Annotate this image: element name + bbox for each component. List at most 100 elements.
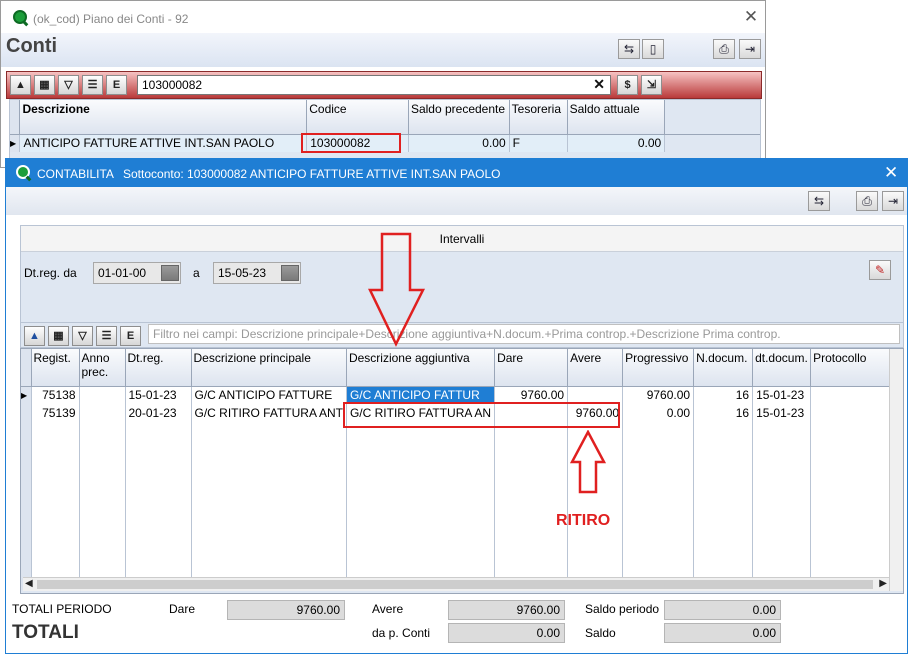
col-anno-prec[interactable]: Anno prec.	[79, 349, 126, 387]
cell-ndocum[interactable]: 16	[693, 386, 754, 404]
row-indicator-header	[10, 100, 21, 135]
saldo-field: 0.00	[664, 623, 781, 643]
cell-progressivo[interactable]: 9760.00	[622, 386, 695, 404]
search-options-icon[interactable]: $	[617, 75, 638, 95]
conti-grid-header: Descrizione Codice Saldo precedente Teso…	[10, 100, 760, 135]
cell-descr-principale[interactable]: G/C ANTICIPO FATTURE	[191, 386, 347, 404]
new-document-icon[interactable]: ▯	[642, 39, 664, 59]
list-icon[interactable]: ☰	[82, 75, 103, 95]
col-saldo-attuale[interactable]: Saldo attuale	[567, 100, 666, 135]
cell-saldo-attuale[interactable]: 0.00	[567, 134, 666, 152]
conti-search-input[interactable]: 103000082 ✕	[137, 75, 611, 95]
scroll-left-icon[interactable]: ◀	[25, 578, 33, 589]
conti-header: Conti ⇆ ▯ ⎙ ⇥	[1, 33, 765, 67]
arrow-up-icon[interactable]: ▲	[10, 75, 31, 95]
cell-dtdocum[interactable]: 15-01-23	[752, 386, 812, 404]
print-icon[interactable]: ⎙	[713, 39, 735, 59]
cell-protocollo[interactable]: 0	[810, 404, 902, 422]
col-tesoreria[interactable]: Tesoreria	[509, 100, 568, 135]
cell-anno-prec[interactable]	[79, 404, 126, 422]
col-dtdocum[interactable]: dt.docum.	[752, 349, 812, 387]
clear-x-icon[interactable]: ✕	[593, 76, 605, 93]
close-icon[interactable]: ✕	[741, 7, 761, 27]
cell-saldo-precedente[interactable]: 0.00	[408, 134, 510, 152]
dialog-app-title: CONTABILITA	[37, 167, 114, 181]
col-descrizione-aggiuntiva[interactable]: Descrizione aggiuntiva	[346, 349, 496, 387]
list-icon[interactable]: ☰	[96, 326, 117, 346]
scroll-thumb[interactable]	[37, 580, 873, 589]
da-conti-field: 0.00	[448, 623, 565, 643]
cell-dtdocum[interactable]: 15-01-23	[752, 404, 812, 422]
movimenti-filter-input[interactable]: Filtro nei campi: Descrizione principale…	[148, 324, 900, 344]
row-pointer-icon: ▶	[10, 134, 21, 152]
da-conti-label: da p. Conti	[372, 626, 431, 640]
empty-cell	[664, 134, 760, 152]
cell-anno-prec[interactable]	[79, 386, 126, 404]
export-e-icon[interactable]: E	[120, 326, 141, 346]
window-title: (ok_cod) Piano dei Conti - 92	[33, 12, 189, 26]
col-codice[interactable]: Codice	[306, 100, 409, 135]
movimenti-grid-header: Regist. Anno prec. Dt.reg. Descrizione p…	[21, 349, 902, 387]
cell-ndocum[interactable]: 16	[693, 404, 754, 422]
cell-dtreg[interactable]: 15-01-23	[125, 386, 192, 404]
col-progressivo[interactable]: Progressivo	[622, 349, 695, 387]
cell-regist[interactable]: 75138	[31, 386, 80, 404]
col-descrizione[interactable]: Descrizione	[19, 100, 308, 135]
refresh-icon[interactable]: ⇆	[808, 191, 830, 211]
intervalli-heading: Intervalli	[21, 226, 903, 252]
col-dtreg[interactable]: Dt.reg.	[125, 349, 192, 387]
row-indicator	[21, 404, 32, 422]
row-pointer-icon: ▶	[21, 386, 32, 404]
funnel-icon[interactable]: ▽	[58, 75, 79, 95]
filter-grid-icon[interactable]: ▦	[48, 326, 69, 346]
dialog-toolbar: ⇆ ⎙ ⇥	[6, 187, 907, 215]
cell-tesoreria[interactable]: F	[509, 134, 568, 152]
intervalli-panel: Intervalli Dt.reg. da 01-01-00 a 15-05-2…	[20, 225, 904, 325]
date-to-label: a	[193, 266, 200, 280]
annotation-avere-box	[343, 402, 620, 428]
exit-icon[interactable]: ⇥	[882, 191, 904, 211]
col-dare[interactable]: Dare	[494, 349, 569, 387]
cell-protocollo[interactable]: 0	[810, 386, 902, 404]
page-title: Conti	[6, 35, 58, 57]
row-indicator-header	[21, 349, 32, 387]
col-regist[interactable]: Regist.	[31, 349, 80, 387]
search-value: 103000082	[142, 78, 203, 92]
dialog-detail-title: Sottoconto: 103000082 ANTICIPO FATTURE A…	[123, 167, 501, 181]
annotation-ritiro-label: RITIRO	[556, 512, 611, 529]
date-from-value: 01-01-00	[98, 266, 147, 280]
date-from-label: Dt.reg. da	[24, 266, 77, 280]
col-avere[interactable]: Avere	[567, 349, 624, 387]
exit-icon[interactable]: ⇥	[739, 39, 761, 59]
col-ndocum[interactable]: N.docum.	[693, 349, 754, 387]
app-logo-icon	[16, 165, 30, 179]
eraser-icon[interactable]: ✎	[869, 260, 891, 280]
col-saldo-precedente[interactable]: Saldo precedente	[408, 100, 510, 135]
calendar-icon[interactable]	[281, 265, 299, 281]
cell-descr-principale[interactable]: G/C RITIRO FATTURA ANT	[191, 404, 347, 422]
col-descrizione-principale[interactable]: Descrizione principale	[191, 349, 347, 387]
vertical-scrollbar[interactable]	[889, 349, 903, 591]
cell-descrizione[interactable]: ANTICIPO FATTURE ATTIVE INT.SAN PAOLO	[19, 134, 308, 152]
funnel-icon[interactable]: ▽	[72, 326, 93, 346]
search-go-icon[interactable]: ⇲	[641, 75, 662, 95]
filter-grid-icon[interactable]: ▦	[34, 75, 55, 95]
calendar-icon[interactable]	[161, 265, 179, 281]
horizontal-scrollbar[interactable]: ◀ ▶	[23, 577, 889, 591]
totals-panel: TOTALI PERIODO TOTALI Dare 9760.00 Avere…	[6, 596, 907, 653]
arrow-up-icon[interactable]: ▲	[24, 326, 45, 346]
export-e-icon[interactable]: E	[106, 75, 127, 95]
totali-label: TOTALI	[12, 622, 79, 643]
piano-conti-titlebar: (ok_cod) Piano dei Conti - 92 ✕	[1, 1, 765, 33]
cell-regist[interactable]: 75139	[31, 404, 80, 422]
cell-progressivo[interactable]: 0.00	[622, 404, 695, 422]
print-icon[interactable]: ⎙	[856, 191, 878, 211]
close-icon[interactable]: ✕	[884, 163, 898, 183]
col-protocollo[interactable]: Protocollo	[810, 349, 902, 387]
dare-label: Dare	[169, 602, 196, 616]
cell-dtreg[interactable]: 20-01-23	[125, 404, 192, 422]
refresh-icon[interactable]: ⇆	[618, 39, 640, 59]
date-to-value: 15-05-23	[218, 266, 267, 280]
scroll-right-icon[interactable]: ▶	[879, 578, 887, 589]
dialog-titlebar: CONTABILITA Sottoconto: 103000082 ANTICI…	[6, 159, 907, 187]
